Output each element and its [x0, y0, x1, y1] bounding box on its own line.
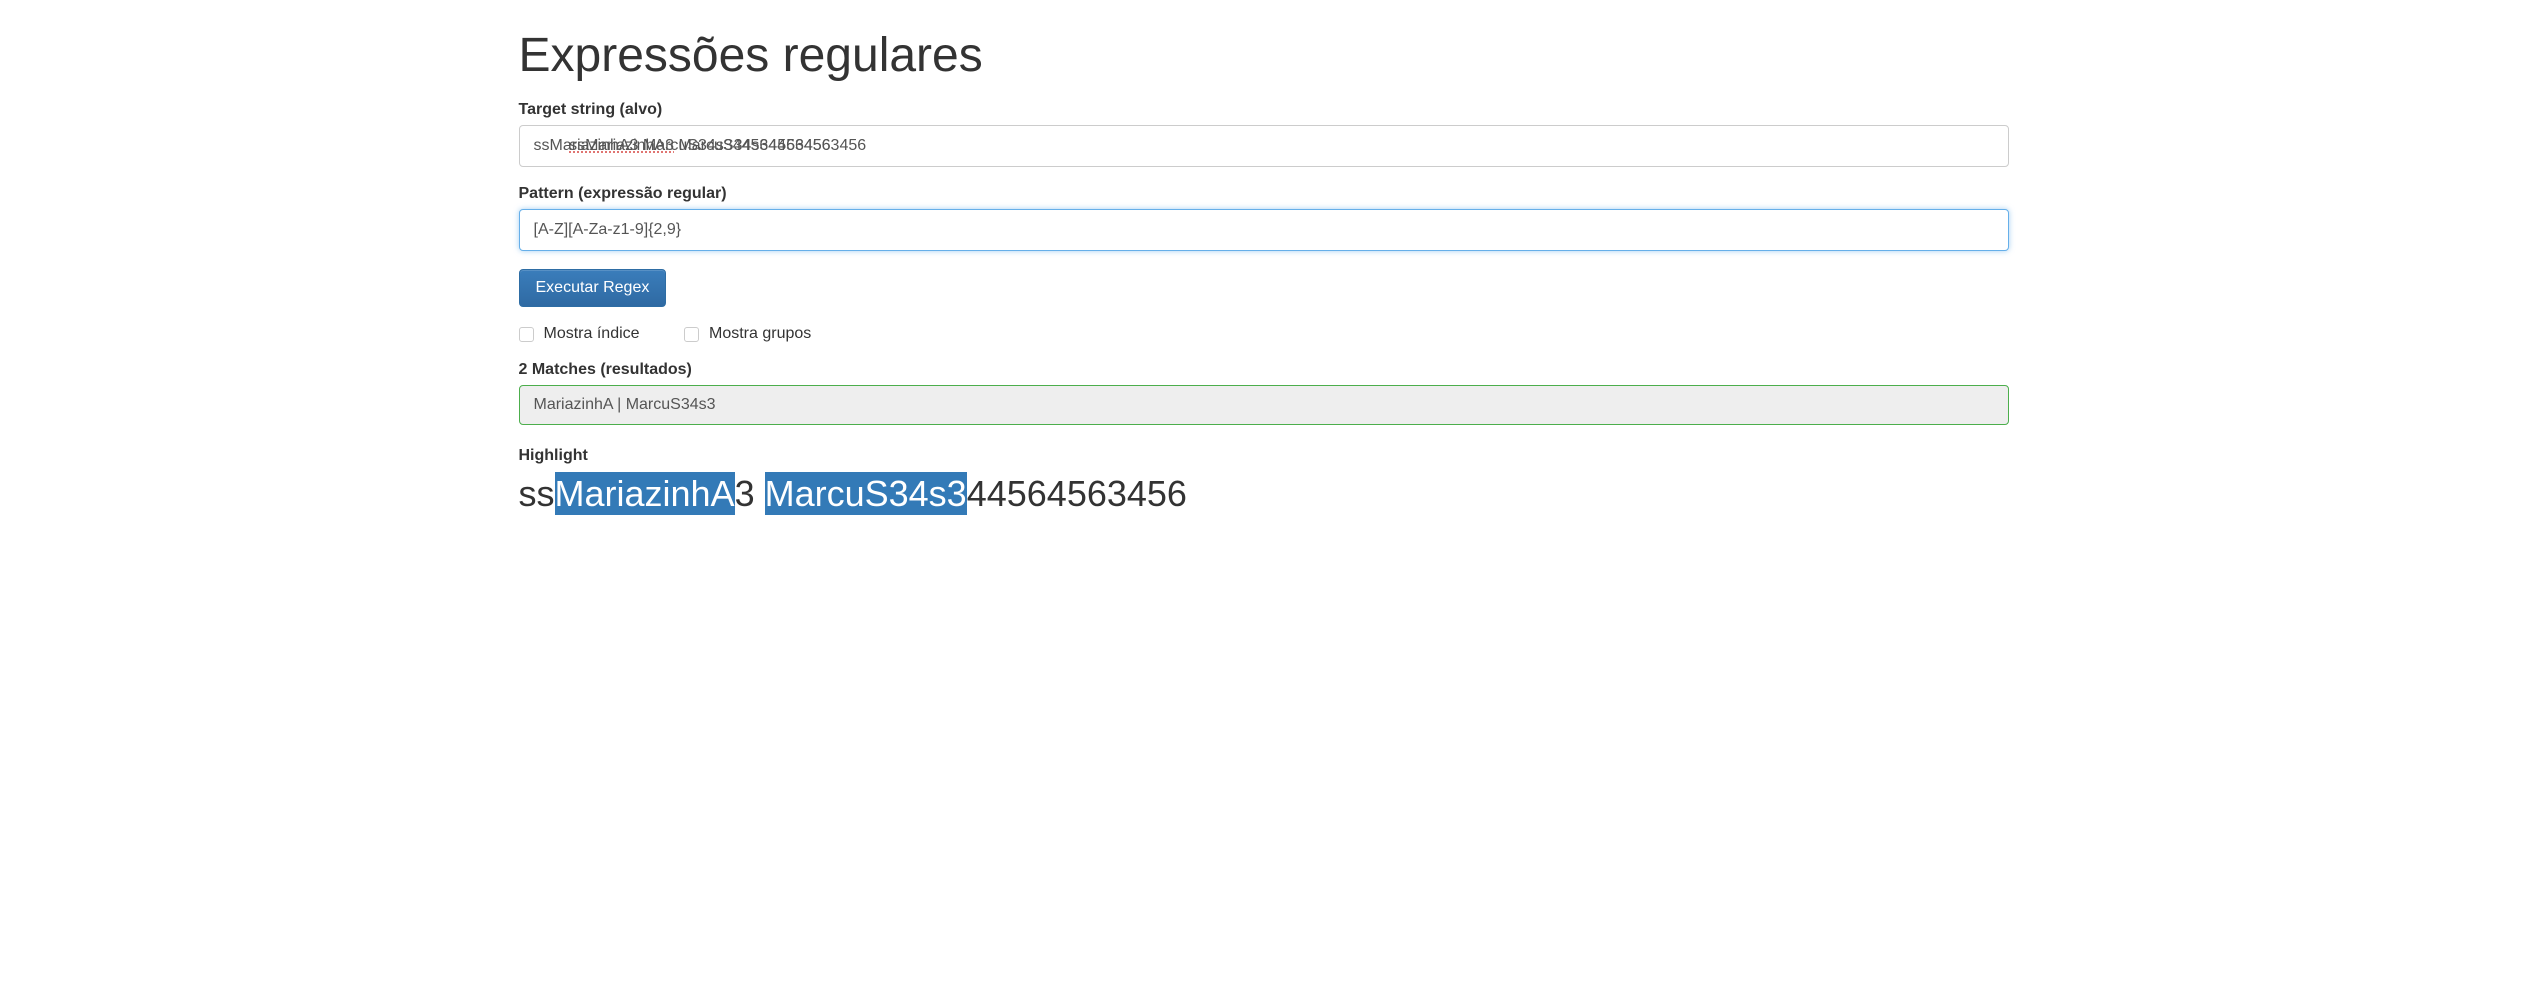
- show-groups-checkbox[interactable]: Mostra grupos: [684, 325, 811, 343]
- highlight-plain: 44564563456: [967, 473, 1187, 514]
- highlight-plain: ss: [519, 473, 555, 514]
- pattern-label: Pattern (expressão regular): [519, 185, 2009, 203]
- highlight-match: MariazinhA: [555, 472, 735, 515]
- results-output: MariazinhA | MarcuS34s3: [519, 385, 2009, 425]
- execute-button[interactable]: Executar Regex: [519, 269, 667, 307]
- show-groups-label: Mostra grupos: [709, 325, 811, 343]
- highlight-label: Highlight: [519, 447, 2009, 465]
- show-index-label: Mostra índice: [544, 325, 640, 343]
- results-label: 2 Matches (resultados): [519, 361, 2009, 379]
- highlight-match: MarcuS34s3: [765, 472, 967, 515]
- checkbox-icon: [684, 327, 699, 342]
- page-title: Expressões regulares: [519, 28, 2009, 83]
- target-input[interactable]: [519, 125, 2009, 167]
- highlight-plain: 3: [735, 473, 765, 514]
- show-index-checkbox[interactable]: Mostra índice: [519, 325, 640, 343]
- pattern-input[interactable]: [519, 209, 2009, 251]
- target-label: Target string (alvo): [519, 101, 2009, 119]
- checkbox-icon: [519, 327, 534, 342]
- highlight-output: ssMariazinhA3 MarcuS34s344564563456: [519, 471, 2009, 518]
